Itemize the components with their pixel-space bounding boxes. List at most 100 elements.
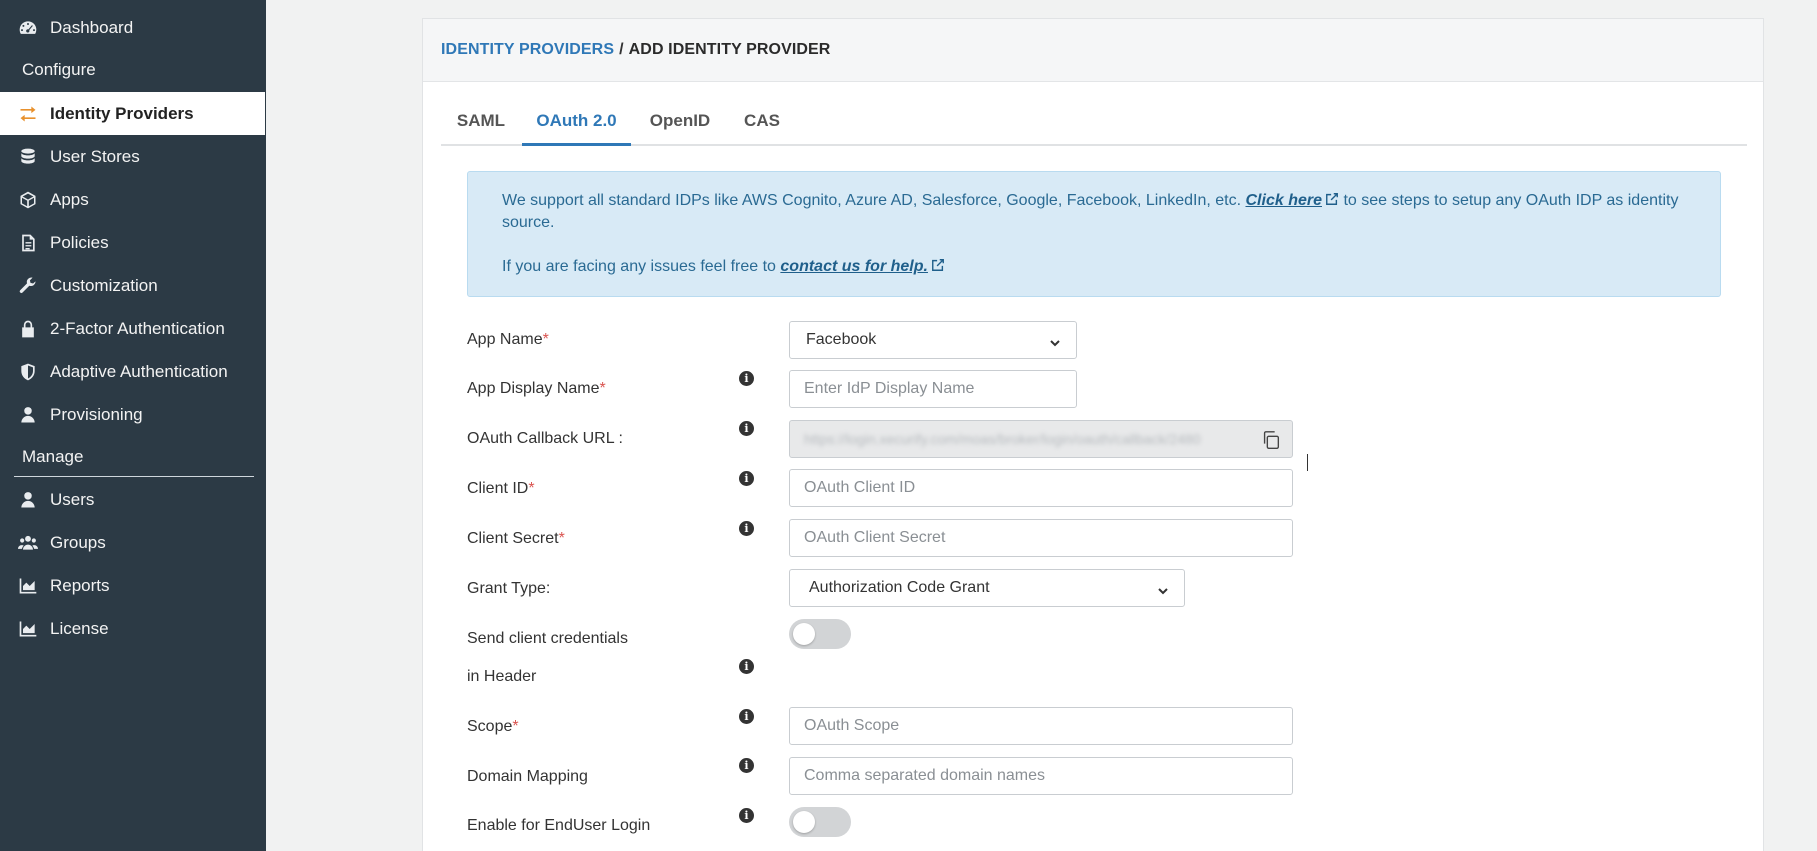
- scope-input[interactable]: [789, 707, 1293, 745]
- client-secret-label: Client Secret*: [467, 530, 565, 547]
- info-icon[interactable]: i: [739, 371, 754, 386]
- shield-icon: [17, 361, 39, 383]
- user-icon: [17, 404, 39, 426]
- sidebar-item-label: Users: [50, 489, 95, 509]
- app-display-name-label: App Display Name*: [467, 380, 606, 397]
- alert-text: We support all standard IDPs like AWS Co…: [502, 192, 1242, 209]
- info-icon[interactable]: i: [739, 521, 754, 536]
- arrows-exchange-icon: [17, 103, 39, 125]
- sidebar-item-label: Apps: [50, 189, 89, 209]
- alert-line-1: We support all standard IDPs like AWS Co…: [502, 190, 1686, 234]
- lock-icon: [17, 318, 39, 340]
- domain-mapping-input[interactable]: [789, 757, 1293, 795]
- area-chart-icon: [17, 575, 39, 597]
- grant-type-value: Authorization Code Grant: [809, 579, 990, 596]
- sidebar-item-label: Identity Providers: [50, 103, 194, 123]
- domain-mapping-label: Domain Mapping: [467, 768, 588, 785]
- sidebar-item-user-stores[interactable]: User Stores: [0, 135, 265, 178]
- breadcrumb-current: ADD IDENTITY PROVIDER: [628, 41, 831, 58]
- alert-text: If you are facing any issues feel free t…: [502, 258, 776, 275]
- sidebar-item-label: Customization: [50, 275, 158, 295]
- contact-us-link[interactable]: contact us for help.: [780, 258, 928, 275]
- sidebar-item-customization[interactable]: Customization: [0, 264, 265, 307]
- app-name-label: App Name*: [467, 331, 549, 348]
- user-icon: [17, 489, 39, 511]
- grant-type-select[interactable]: Authorization Code Grant: [789, 569, 1185, 607]
- grant-type-label: Grant Type:: [467, 580, 551, 597]
- sidebar-item-2fa[interactable]: 2-Factor Authentication: [0, 307, 265, 350]
- sidebar-item-groups[interactable]: Groups: [0, 521, 265, 564]
- info-icon[interactable]: i: [739, 659, 754, 674]
- wrench-icon: [17, 275, 39, 297]
- send-credentials-label: Send client credentials: [467, 630, 628, 647]
- section-divider: [14, 476, 254, 477]
- group-icon: [17, 532, 39, 554]
- callback-url-label: OAuth Callback URL :: [467, 430, 623, 447]
- tab-cas[interactable]: CAS: [727, 101, 797, 146]
- sidebar-item-apps[interactable]: Apps: [0, 178, 265, 221]
- breadcrumb-identity-providers-link[interactable]: IDENTITY PROVIDERS: [441, 41, 614, 59]
- send-credentials-toggle[interactable]: [789, 619, 851, 649]
- sidebar-item-policies[interactable]: Policies: [0, 221, 265, 264]
- app-display-name-input[interactable]: [789, 370, 1077, 408]
- send-credentials-label-line2: in Header: [467, 668, 537, 685]
- sidebar-item-label: 2-Factor Authentication: [50, 318, 225, 338]
- info-icon[interactable]: i: [739, 758, 754, 773]
- sidebar-item-adaptive-authentication[interactable]: Adaptive Authentication: [0, 350, 265, 393]
- area-chart-icon: [17, 618, 39, 640]
- tab-openid[interactable]: OpenID: [635, 101, 725, 146]
- sidebar-item-label: Groups: [50, 532, 106, 552]
- sidebar-item-provisioning[interactable]: Provisioning: [0, 393, 265, 436]
- section-manage: Manage: [22, 447, 84, 466]
- section-configure: Configure: [22, 60, 96, 79]
- scope-label: Scope*: [467, 718, 519, 735]
- tab-oauth2[interactable]: OAuth 2.0: [522, 101, 631, 146]
- breadcrumb: IDENTITY PROVIDERS / ADD IDENTITY PROVID…: [423, 19, 1763, 82]
- sidebar: Dashboard Configure Identity Providers U…: [0, 0, 266, 851]
- click-here-link[interactable]: Click here: [1246, 192, 1322, 209]
- client-secret-input[interactable]: [789, 519, 1293, 557]
- external-link-icon: [1325, 191, 1339, 205]
- database-icon: [17, 146, 39, 168]
- sidebar-item-label: Dashboard: [50, 17, 134, 37]
- breadcrumb-separator: /: [619, 41, 624, 58]
- callback-url-value: https://login.xecurify.com/moas/broker/l…: [804, 431, 1201, 447]
- alert-line-2: If you are facing any issues feel free t…: [502, 256, 1686, 278]
- enduser-login-toggle[interactable]: [789, 807, 851, 837]
- app-name-value: Facebook: [806, 331, 877, 348]
- info-icon[interactable]: i: [739, 709, 754, 724]
- sidebar-item-users[interactable]: Users: [0, 478, 265, 521]
- info-alert: We support all standard IDPs like AWS Co…: [467, 171, 1721, 297]
- app-name-select[interactable]: Facebook: [789, 321, 1077, 359]
- chevron-down-icon: [1158, 583, 1168, 595]
- sidebar-item-label: License: [50, 618, 109, 638]
- info-icon[interactable]: i: [739, 421, 754, 436]
- client-id-label: Client ID*: [467, 480, 535, 497]
- external-link-icon: [931, 257, 945, 271]
- sidebar-item-dashboard[interactable]: Dashboard: [0, 6, 265, 49]
- sidebar-item-license[interactable]: License: [0, 607, 265, 650]
- sidebar-item-label: Reports: [50, 575, 110, 595]
- sidebar-item-label: Adaptive Authentication: [50, 361, 228, 381]
- gauge-icon: [17, 17, 39, 39]
- cube-icon: [17, 189, 39, 211]
- callback-url-field[interactable]: https://login.xecurify.com/moas/broker/l…: [789, 420, 1293, 458]
- client-id-input[interactable]: [789, 469, 1293, 507]
- protocol-tabs: SAML OAuth 2.0 OpenID CAS: [441, 101, 1747, 146]
- main-panel: IDENTITY PROVIDERS / ADD IDENTITY PROVID…: [422, 18, 1764, 851]
- sidebar-item-label: Provisioning: [50, 404, 143, 424]
- sidebar-item-label: User Stores: [50, 146, 140, 166]
- info-icon[interactable]: i: [739, 808, 754, 823]
- enduser-login-label: Enable for EndUser Login: [467, 817, 651, 834]
- text-cursor: [1307, 454, 1308, 471]
- copy-icon[interactable]: [1260, 429, 1282, 451]
- toggle-knob: [793, 623, 815, 645]
- tab-saml[interactable]: SAML: [441, 101, 521, 146]
- info-icon[interactable]: i: [739, 471, 754, 486]
- sidebar-item-identity-providers[interactable]: Identity Providers: [0, 92, 265, 135]
- document-icon: [17, 232, 39, 254]
- sidebar-item-reports[interactable]: Reports: [0, 564, 265, 607]
- sidebar-item-label: Policies: [50, 232, 109, 252]
- chevron-down-icon: [1050, 335, 1060, 347]
- toggle-knob: [793, 811, 815, 833]
